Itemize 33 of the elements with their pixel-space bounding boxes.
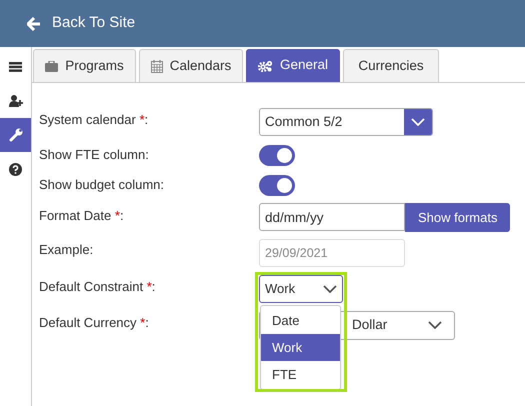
wrench-icon xyxy=(8,128,22,142)
field-label: Format Date *: xyxy=(39,207,125,225)
field-label: Example: xyxy=(39,241,94,259)
field-label: Show budget column: xyxy=(39,176,166,194)
tab[interactable]: Currencies xyxy=(343,49,439,82)
example-field: 29/09/2021 xyxy=(259,239,405,267)
dropdown-option[interactable]: FTE xyxy=(261,361,340,388)
field-label: Default Currency *: xyxy=(39,314,150,332)
chevron-down-icon xyxy=(428,321,442,329)
tab[interactable]: General xyxy=(246,49,340,82)
show-formats-button[interactable]: Show formats xyxy=(405,203,510,232)
calendar-icon xyxy=(150,60,163,72)
briefcase-icon xyxy=(45,60,58,72)
field-label: Default Constraint *: xyxy=(39,278,156,296)
select-field[interactable]: Work xyxy=(259,275,343,303)
chevron-down-icon xyxy=(411,118,425,126)
field-label: System calendar *: xyxy=(39,111,150,129)
tab[interactable]: Programs xyxy=(33,49,136,82)
chevron-down-icon xyxy=(323,285,337,293)
tab[interactable]: Calendars xyxy=(139,49,243,82)
dropdown-option[interactable]: Work xyxy=(261,334,340,361)
toggle-switch[interactable] xyxy=(259,144,295,166)
field-label: Show FTE column: xyxy=(39,146,150,164)
select-field[interactable]: Common 5/2 xyxy=(259,108,433,136)
input-field[interactable]: dd/mm/yy xyxy=(259,203,405,231)
back-button[interactable]: Back To Site xyxy=(27,12,136,35)
back-arrow-icon xyxy=(27,16,41,30)
toggle-switch[interactable] xyxy=(259,174,295,196)
help-icon xyxy=(9,162,22,176)
sidebar-item[interactable] xyxy=(0,118,31,152)
list-icon xyxy=(9,62,22,72)
gears-icon xyxy=(258,60,273,72)
add-user-icon xyxy=(8,95,22,107)
